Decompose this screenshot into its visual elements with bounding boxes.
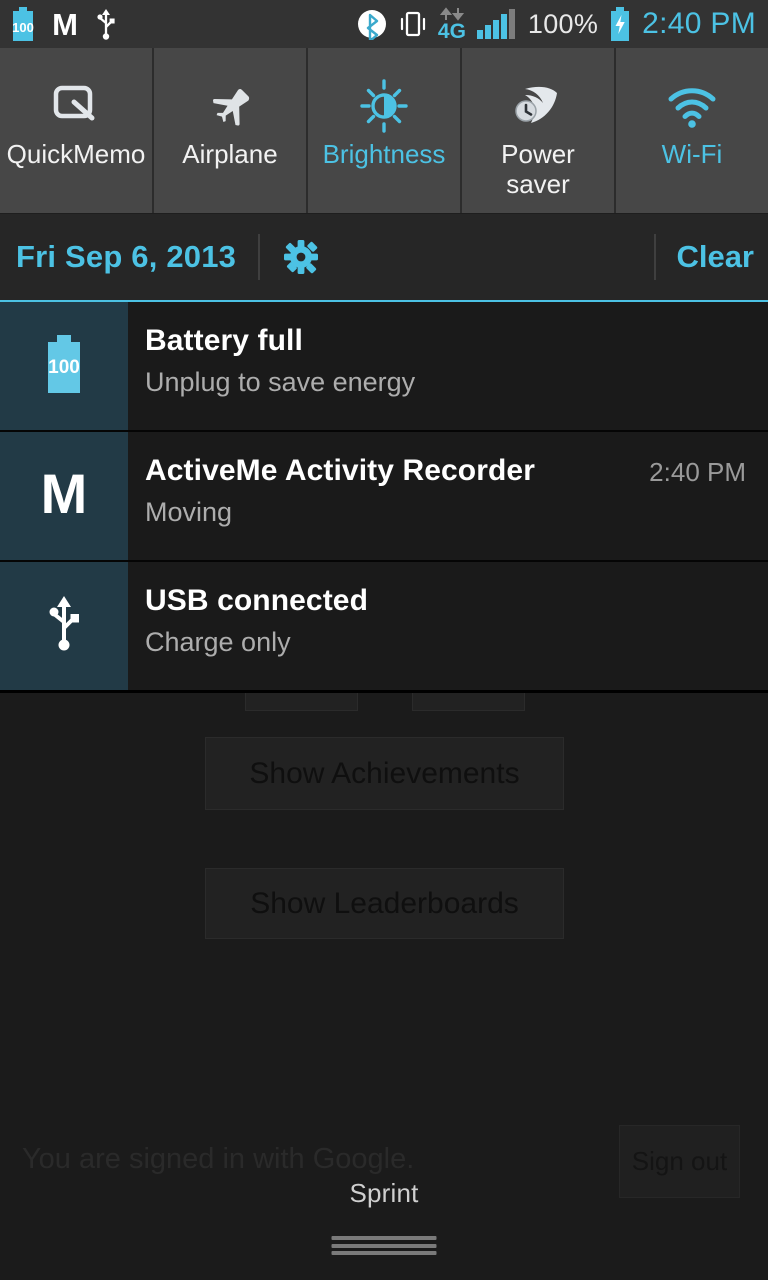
clear-button[interactable]: Clear: [676, 239, 754, 275]
shade-date-row: Fri Sep 6, 2013 Clear: [0, 214, 768, 302]
gear-icon[interactable]: [282, 238, 320, 276]
activeme-m-icon: M: [37, 462, 91, 528]
clear-area: Clear: [632, 234, 754, 280]
toggle-power-saver-label: Power saver: [501, 139, 575, 199]
notification-icon-panel: 100: [0, 302, 128, 430]
notification-body: ActiveMe Activity Recorder Moving 2:40 P…: [128, 432, 768, 560]
battery-charging-icon: [608, 7, 632, 41]
notification-shade: 100 M 4G 100% 2:40 PM QuickMemo Airplane…: [0, 0, 768, 693]
status-bar-right-icons: 4G 100% 2:40 PM: [356, 6, 756, 43]
toggle-quickmemo[interactable]: QuickMemo: [0, 48, 154, 213]
vibrate-icon: [398, 8, 428, 40]
toggle-power-saver[interactable]: Power saver: [462, 48, 616, 213]
notification-subtitle: Moving: [145, 497, 233, 527]
data-4g-label: 4G: [437, 19, 466, 43]
usb-icon: [94, 7, 118, 41]
signed-in-status-text: You are signed in with Google.: [22, 1143, 415, 1175]
notification-body: Battery full Unplug to save energy: [128, 302, 768, 430]
divider: [654, 234, 657, 280]
shade-date-label: Fri Sep 6, 2013: [16, 239, 237, 274]
notification-title: Battery full: [145, 324, 303, 357]
power-saver-icon: [509, 78, 567, 134]
status-bar: 100 M 4G 100% 2:40 PM: [0, 0, 768, 48]
notification-list: 100 Battery full Unplug to save energy M…: [0, 302, 768, 690]
show-leaderboards-button[interactable]: Show Leaderboards: [205, 868, 564, 939]
toggle-quickmemo-label: QuickMemo: [6, 139, 146, 169]
quickmemo-icon: [48, 78, 104, 134]
wifi-icon: [663, 78, 721, 134]
status-bar-clock: 2:40 PM: [642, 7, 756, 40]
toggle-wifi-label: Wi-Fi: [661, 139, 723, 169]
signal-bars-icon: [476, 8, 518, 40]
shade-bottom-edge: [0, 690, 768, 693]
notification-subtitle: Unplug to save energy: [145, 367, 416, 397]
brightness-icon: [356, 78, 412, 134]
svg-text:M: M: [52, 7, 78, 41]
toggle-brightness[interactable]: Brightness: [308, 48, 462, 213]
battery-100-icon: 100: [10, 7, 36, 41]
notification-icon-panel: M: [0, 432, 128, 560]
drag-handle-line: [331, 1243, 437, 1248]
carrier-label: Sprint: [349, 1178, 419, 1208]
svg-text:100: 100: [12, 20, 34, 35]
notification-icon-panel: [0, 562, 128, 690]
battery-full-icon: 100: [43, 334, 85, 398]
svg-text:M: M: [41, 465, 88, 523]
toggle-airplane-label: Airplane: [182, 139, 278, 169]
airplane-icon: [202, 78, 258, 134]
toggle-wifi[interactable]: Wi-Fi: [616, 48, 768, 213]
notification-title: USB connected: [145, 584, 369, 617]
show-achievements-button[interactable]: Show Achievements: [205, 737, 564, 810]
activeme-m-icon: M: [50, 7, 80, 41]
status-bar-left-icons: 100 M: [10, 7, 118, 41]
notification-body: USB connected Charge only: [128, 562, 768, 690]
bluetooth-icon: [356, 8, 388, 40]
quick-toggles-row: QuickMemo Airplane Brightness Power save…: [0, 48, 768, 214]
notification-subtitle: Charge only: [145, 627, 291, 657]
notification-row-battery[interactable]: 100 Battery full Unplug to save energy: [0, 302, 768, 432]
notification-row-activeme[interactable]: M ActiveMe Activity Recorder Moving 2:40…: [0, 432, 768, 562]
drag-handle-line: [331, 1251, 437, 1255]
toggle-airplane[interactable]: Airplane: [154, 48, 308, 213]
notification-row-usb[interactable]: USB connected Charge only: [0, 562, 768, 690]
divider: [258, 234, 261, 280]
shade-drag-handle[interactable]: [331, 1236, 437, 1255]
notification-time: 2:40 PM: [649, 457, 746, 487]
drag-handle-line: [331, 1236, 437, 1240]
battery-percent-label: 100%: [527, 8, 599, 39]
data-4g-icon: 4G: [437, 6, 466, 43]
toggle-brightness-label: Brightness: [322, 139, 446, 169]
usb-icon: [42, 594, 86, 659]
svg-text:100: 100: [48, 357, 80, 378]
